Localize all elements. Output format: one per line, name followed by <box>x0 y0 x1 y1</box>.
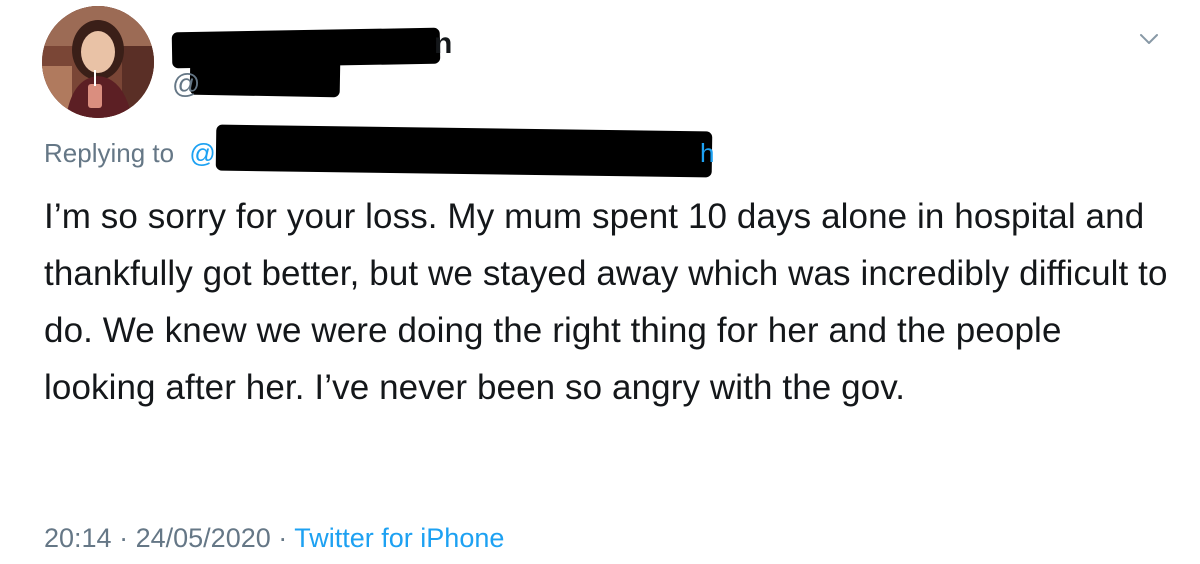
replying-to: Replying to @ <box>44 136 216 170</box>
meta-separator: · <box>119 523 129 553</box>
tweet-meta: 20:14 · 24/05/2020 · Twitter for iPhone <box>44 520 504 556</box>
tweet-card: n @ Replying to @ h I’m so sorry for you… <box>0 0 1200 564</box>
reply-handle[interactable]: @ <box>189 138 215 168</box>
name-redaction <box>189 54 341 98</box>
user-handle[interactable]: @ <box>172 66 200 102</box>
display-name[interactable]: n <box>434 24 452 64</box>
reply-handle-tail[interactable]: h <box>700 136 714 170</box>
replying-to-label: Replying to <box>44 138 175 168</box>
profile-photo <box>42 6 154 118</box>
avatar[interactable] <box>42 6 154 118</box>
tweet-text: I’m so sorry for your loss. My mum spent… <box>44 197 1168 407</box>
meta-separator: · <box>278 523 288 553</box>
chevron-down-icon[interactable] <box>1138 28 1160 50</box>
tweet-time[interactable]: 20:14 <box>44 523 112 553</box>
tweet-source-link[interactable]: Twitter for iPhone <box>294 523 504 553</box>
tweet-date[interactable]: 24/05/2020 <box>136 523 271 553</box>
reply-handle-redaction <box>215 124 713 178</box>
